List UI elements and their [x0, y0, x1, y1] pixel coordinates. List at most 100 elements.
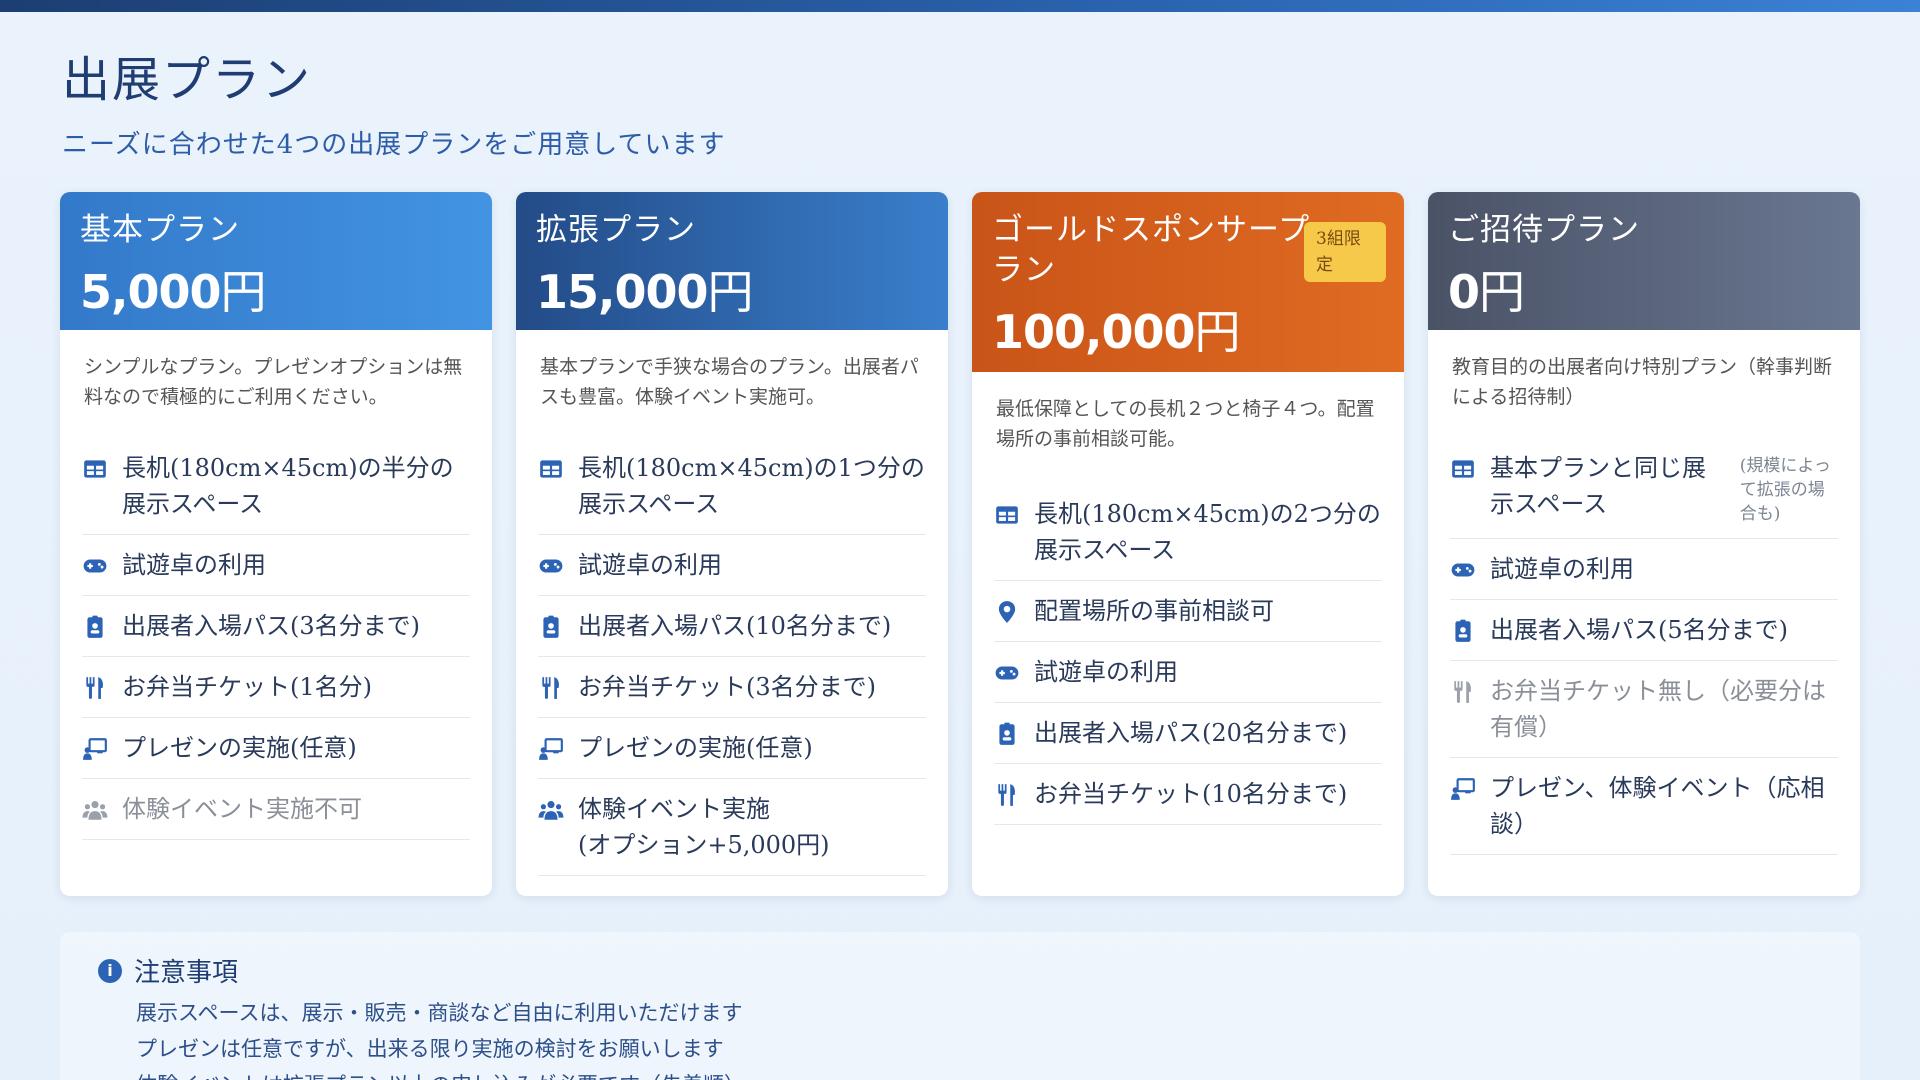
plan-card-extended[interactable]: 拡張プラン 15,000円 基本プランで手狭な場合のプラン。出展者パスも豊富。体… — [516, 192, 948, 896]
feature-text: 配置場所の事前相談可 — [1034, 593, 1382, 629]
feature-item: 長机(180cm×45cm)の2つ分の展示スペース — [994, 484, 1382, 581]
limited-badge: 3組限定 — [1304, 222, 1386, 282]
presentation-icon — [538, 736, 564, 762]
feature-item: 試遊卓の利用 — [1450, 539, 1838, 600]
feature-item: お弁当チケット(1名分) — [82, 657, 470, 718]
feature-text: 長机(180cm×45cm)の1つ分の展示スペース — [578, 450, 926, 522]
plan-name: ゴールドスポンサープラン — [992, 212, 1311, 288]
presentation-icon — [1450, 776, 1476, 802]
table-icon — [82, 456, 108, 482]
feature-list: 長机(180cm×45cm)の2つ分の展示スペース配置場所の事前相談可試遊卓の利… — [972, 484, 1404, 825]
feature-item: プレゼン、体験イベント（応相談） — [1450, 758, 1838, 855]
feature-list: 長机(180cm×45cm)の1つ分の展示スペース試遊卓の利用出展者入場パス(1… — [516, 438, 948, 876]
feature-note: (規模によって拡張の場合も) — [1739, 456, 1831, 524]
plan-price: 15,000円 — [536, 265, 754, 319]
table-icon — [538, 456, 564, 482]
utensils-icon — [538, 675, 564, 701]
notice-item: プレゼンは任意ですが、出来る限り実施の検討をお願いします — [136, 1037, 724, 1061]
feature-label: プレゼンの実施(任意) — [122, 734, 357, 762]
gamepad-icon — [994, 660, 1020, 686]
feature-label: 長机(180cm×45cm)の半分の展示スペース — [122, 454, 454, 518]
feature-item: 試遊卓の利用 — [82, 535, 470, 596]
feature-label: プレゼン、体験イベント（応相談） — [1490, 774, 1825, 838]
feature-label: お弁当チケット(10名分まで) — [1034, 780, 1348, 808]
feature-text: 長机(180cm×45cm)の2つ分の展示スペース — [1034, 496, 1382, 568]
notice-title: 注意事項 — [134, 958, 239, 988]
feature-item: プレゼンの実施(任意) — [82, 718, 470, 779]
page-title: 出展プラン — [62, 52, 313, 108]
feature-item: 試遊卓の利用 — [538, 535, 926, 596]
badge-icon — [538, 614, 564, 640]
feature-text: 基本プランと同じ展示スペース (規模によって拡張の場合も) — [1490, 450, 1838, 526]
plan-card-gold-sponsor[interactable]: ゴールドスポンサープラン 3組限定 100,000円 最低保障としての長机２つと… — [972, 192, 1404, 896]
feature-label: プレゼンの実施(任意) — [578, 734, 813, 762]
feature-list: 長机(180cm×45cm)の半分の展示スペース試遊卓の利用出展者入場パス(3名… — [60, 438, 492, 840]
feature-label: 試遊卓の利用 — [122, 551, 266, 579]
plan-cards: 基本プラン 5,000円 シンプルなプラン。プレゼンオプションは無料なので積極的… — [60, 192, 1860, 896]
feature-text: お弁当チケット(1名分) — [122, 669, 470, 705]
plan-header-gold-sponsor: ゴールドスポンサープラン 3組限定 100,000円 — [972, 192, 1404, 372]
feature-text: お弁当チケット(10名分まで) — [1034, 776, 1382, 812]
feature-label: お弁当チケット(3名分まで) — [578, 673, 876, 701]
feature-label: 配置場所の事前相談可 — [1034, 597, 1274, 625]
feature-item: 出展者入場パス(5名分まで) — [1450, 600, 1838, 661]
feature-label: 出展者入場パス(3名分まで) — [122, 612, 420, 640]
feature-label: 出展者入場パス(5名分まで) — [1490, 616, 1788, 644]
feature-item: 長机(180cm×45cm)の半分の展示スペース — [82, 438, 470, 535]
badge-icon — [994, 721, 1020, 747]
notice-section: i 注意事項 展示スペースは、展示・販売・商談など自由に利用いただけます プレゼ… — [60, 932, 1860, 1080]
table-icon — [994, 502, 1020, 528]
feature-text: 試遊卓の利用 — [578, 547, 926, 583]
plan-price: 0円 — [1448, 265, 1525, 319]
feature-label: 出展者入場パス(20名分まで) — [1034, 719, 1348, 747]
plan-description: 基本プランで手狭な場合のプラン。出展者パスも豊富。体験イベント実施可。 — [540, 356, 919, 408]
feature-label: 体験イベント実施不可 — [122, 795, 362, 823]
feature-text: プレゼンの実施(任意) — [122, 730, 470, 766]
feature-item: 体験イベント実施不可 — [82, 779, 470, 840]
badge-icon — [1450, 618, 1476, 644]
top-accent-bar — [0, 0, 1920, 12]
feature-text: プレゼンの実施(任意) — [578, 730, 926, 766]
feature-item: お弁当チケット(10名分まで) — [994, 764, 1382, 825]
feature-text: 試遊卓の利用 — [1034, 654, 1382, 690]
feature-text: 出展者入場パス(20名分まで) — [1034, 715, 1382, 751]
plan-card-basic[interactable]: 基本プラン 5,000円 シンプルなプラン。プレゼンオプションは無料なので積極的… — [60, 192, 492, 896]
plan-description: シンプルなプラン。プレゼンオプションは無料なので積極的にご利用ください。 — [84, 356, 463, 408]
notice-item: 体験イベントは拡張プラン以上の申し込みが必要です（先着順） — [136, 1067, 1842, 1080]
plan-price: 5,000円 — [80, 265, 267, 319]
feature-text: 試遊卓の利用 — [122, 547, 470, 583]
feature-label: 体験イベント実施 (オプション+5,000円) — [578, 795, 830, 859]
feature-item: 出展者入場パス(20名分まで) — [994, 703, 1382, 764]
plan-name: 基本プラン — [80, 212, 240, 248]
feature-item: 出展者入場パス(3名分まで) — [82, 596, 470, 657]
plan-description: 最低保障としての長机２つと椅子４つ。配置場所の事前相談可能。 — [996, 398, 1375, 450]
feature-text: お弁当チケット(3名分まで) — [578, 669, 926, 705]
feature-text: 出展者入場パス(5名分まで) — [1490, 612, 1838, 648]
feature-label: お弁当チケット(1名分) — [122, 673, 372, 701]
feature-label: 長机(180cm×45cm)の2つ分の展示スペース — [1034, 500, 1381, 564]
notice-header: i 注意事項 — [78, 952, 1842, 989]
feature-text: お弁当チケット無し（必要分は有償） — [1490, 673, 1838, 745]
feature-text: 出展者入場パス(10名分まで) — [578, 608, 926, 644]
feature-item: 基本プランと同じ展示スペース (規模によって拡張の場合も) — [1450, 438, 1838, 539]
utensils-icon — [82, 675, 108, 701]
plan-card-invite[interactable]: ご招待プラン 0円 教育目的の出展者向け特別プラン（幹事判断による招待制） 基本… — [1428, 192, 1860, 896]
notice-item: 展示スペースは、展示・販売・商談など自由に利用いただけます — [136, 1001, 743, 1025]
utensils-icon — [994, 782, 1020, 808]
feature-item: お弁当チケット無し（必要分は有償） — [1450, 661, 1838, 758]
feature-label: 試遊卓の利用 — [1490, 555, 1634, 583]
feature-text: 体験イベント実施 (オプション+5,000円) — [578, 791, 926, 863]
feature-text: プレゼン、体験イベント（応相談） — [1490, 770, 1838, 842]
feature-item: プレゼンの実施(任意) — [538, 718, 926, 779]
feature-label: お弁当チケット無し（必要分は有償） — [1490, 677, 1826, 741]
plan-header-basic: 基本プラン 5,000円 — [60, 192, 492, 330]
feature-text: 体験イベント実施不可 — [122, 791, 470, 827]
utensils-icon — [1450, 679, 1476, 705]
map-pin-icon — [994, 599, 1020, 625]
feature-list: 基本プランと同じ展示スペース (規模によって拡張の場合も) 試遊卓の利用出展者入場パ… — [1428, 438, 1860, 855]
plan-name: ご招待プラン — [1448, 212, 1640, 248]
page-subtitle: ニーズに合わせた4つの出展プランをご用意しています — [62, 130, 726, 160]
gamepad-icon — [82, 553, 108, 579]
feature-label: 出展者入場パス(10名分まで) — [578, 612, 892, 640]
feature-text: 出展者入場パス(3名分まで) — [122, 608, 470, 644]
